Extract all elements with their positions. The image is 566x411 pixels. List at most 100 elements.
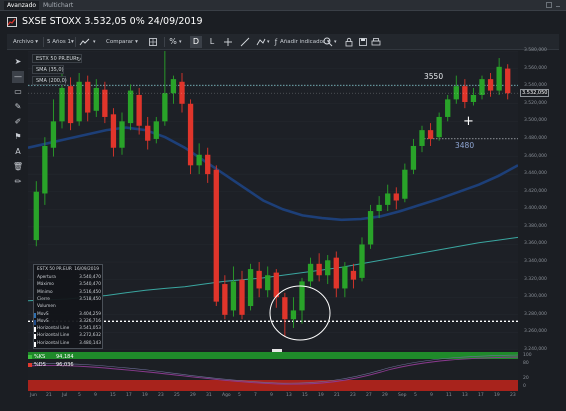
candle-body [350, 270, 357, 280]
time-tick: 19 [494, 393, 500, 398]
price-tick: 3.540,000 [524, 83, 547, 89]
l-button[interactable]: L [206, 36, 218, 48]
row-label: MovS [37, 318, 49, 324]
candle-body [145, 125, 151, 141]
tab-avanzado[interactable]: Avanzado [4, 1, 40, 10]
time-tick: 17 [126, 393, 132, 398]
row-label: Máximo [37, 282, 54, 288]
pointer-icon[interactable]: ➤ [12, 56, 24, 68]
row-color-swatch [34, 327, 36, 333]
osc-d-value: 96,036 [56, 362, 74, 368]
price-tick: 3.400,000 [524, 206, 547, 212]
price-tick: 3.320,000 [524, 276, 547, 282]
price-axis[interactable]: 3.580,000 3.560,000 3.540,000 3.520,000 3.50… [520, 48, 560, 352]
oversold-band [28, 380, 518, 391]
grid-icon[interactable] [147, 36, 159, 48]
time-tick: 17 [478, 393, 484, 398]
chart-title: SXSE STOXX 3.532,05 0% 24/09/2019 [22, 16, 203, 27]
price-tick: 3.380,000 [524, 223, 547, 229]
candle-body [505, 68, 511, 94]
marker-icon[interactable]: ⚑ [12, 131, 24, 143]
osc-tick: 80 [523, 361, 529, 366]
zoom-icon[interactable] [322, 36, 334, 48]
period-select[interactable]: 5 Años 1▾ [47, 36, 74, 48]
time-tick: 11 [446, 393, 452, 398]
candle-body [222, 284, 228, 315]
time-tick: 13 [462, 393, 468, 398]
osc-tick: 0 [523, 384, 526, 389]
candle-body [76, 81, 82, 122]
candle-body [290, 310, 297, 320]
row-label: Horizontal Line [37, 340, 70, 346]
time-tick: 29 [382, 393, 388, 398]
candle-body [110, 114, 117, 148]
d-button[interactable]: D [190, 36, 202, 48]
drawing-toolbar: ➤ — ▭ ✎ ✐ ⚑ A 🗑 ✏ [11, 56, 25, 206]
candle-body [213, 169, 219, 302]
candle-body [85, 81, 91, 113]
osc-k-value: 94,184 [56, 354, 74, 360]
row-label: Apertura [37, 275, 56, 280]
print-icon[interactable] [370, 36, 382, 48]
chart-logo-icon [7, 17, 17, 27]
compare-menu[interactable]: Comparar ▾ [106, 36, 138, 48]
row-value: 3.326,716 [79, 318, 101, 324]
chart-toolbar: Archivo ▾ 5 Años 1▾ ▾ Comparar ▾ % ▾ D L… [7, 34, 559, 50]
time-axis[interactable]: Jun 21 Jul 5 9 15 17 19 23 25 29 31 Ago 5 7 9 13 15 19 21 23… [28, 392, 518, 401]
trash-icon[interactable]: 🗑 [12, 161, 24, 173]
stochastic-pane[interactable]: %KS 94,184 %DS 96,036 [27, 352, 519, 391]
row-value: 3.516,450 [79, 289, 101, 295]
osc-tick: 20 [523, 376, 529, 381]
eyedropper-icon[interactable]: ✏ [12, 176, 24, 188]
window-minimize-icon[interactable] [556, 6, 560, 7]
refresh-icon[interactable]: ↻ [75, 56, 82, 63]
drawing-tools-icon[interactable] [255, 36, 267, 48]
data-window-row: MovS 3.404,259 [34, 312, 104, 319]
price-tick: 3.260,000 [524, 329, 547, 335]
tab-multichart[interactable]: Multichart [40, 1, 76, 10]
candle-body [393, 193, 399, 201]
brush-icon[interactable]: ✐ [12, 116, 24, 128]
row-value: 3.540,470 [79, 275, 101, 280]
price-tick: 3.580,000 [524, 48, 547, 53]
legend-sma35[interactable]: SMA (35,0) [32, 65, 64, 74]
time-tick: Sep [398, 393, 407, 398]
crosshair-icon[interactable] [222, 36, 234, 48]
candle-body [265, 275, 271, 291]
candle-body [325, 260, 331, 276]
data-window-row: Máximo 3.540,470 [34, 282, 104, 289]
legend-sma200[interactable]: SMA (200,0) [32, 76, 67, 85]
percent-button[interactable]: % [167, 36, 179, 48]
rectangle-icon[interactable]: ▭ [12, 86, 24, 98]
candle-body [59, 87, 65, 122]
row-color-swatch [34, 341, 36, 347]
stochastic-plot [27, 352, 519, 391]
row-label: Horizontal Line [37, 333, 70, 339]
candle-body [273, 272, 279, 298]
row-value: 3.404,259 [79, 311, 101, 317]
candle-body [127, 90, 134, 124]
time-tick: 21 [334, 393, 340, 398]
candle-body [187, 103, 194, 166]
level-label-mid: 3480 [455, 141, 475, 150]
horizontal-line-icon[interactable]: — [12, 71, 24, 83]
toolbar-divider [43, 37, 44, 47]
window-restore-icon[interactable] [546, 2, 552, 8]
chart-type-icon[interactable] [79, 36, 91, 48]
time-tick: 9 [430, 393, 433, 398]
row-color-swatch [34, 312, 36, 318]
candle-body [333, 257, 339, 289]
osc-d-swatch [28, 363, 32, 367]
price-tick: 3.440,000 [524, 171, 547, 177]
candle-body [342, 266, 348, 289]
candle-body [42, 145, 48, 194]
save-icon[interactable] [357, 36, 369, 48]
osc-k-swatch [28, 355, 32, 359]
lock-icon[interactable] [343, 36, 355, 48]
archivo-menu[interactable]: Archivo ▾ [13, 36, 38, 48]
legend-instrument[interactable]: ESTX 50 PR.EUR ↻ [32, 54, 82, 63]
text-icon[interactable]: A [12, 146, 24, 158]
draw-line-icon[interactable] [239, 36, 251, 48]
data-window: ESTX 50 PR.EUR 16/09/2019 Apertura 3.540,… [33, 264, 103, 349]
pen-icon[interactable]: ✎ [12, 101, 24, 113]
